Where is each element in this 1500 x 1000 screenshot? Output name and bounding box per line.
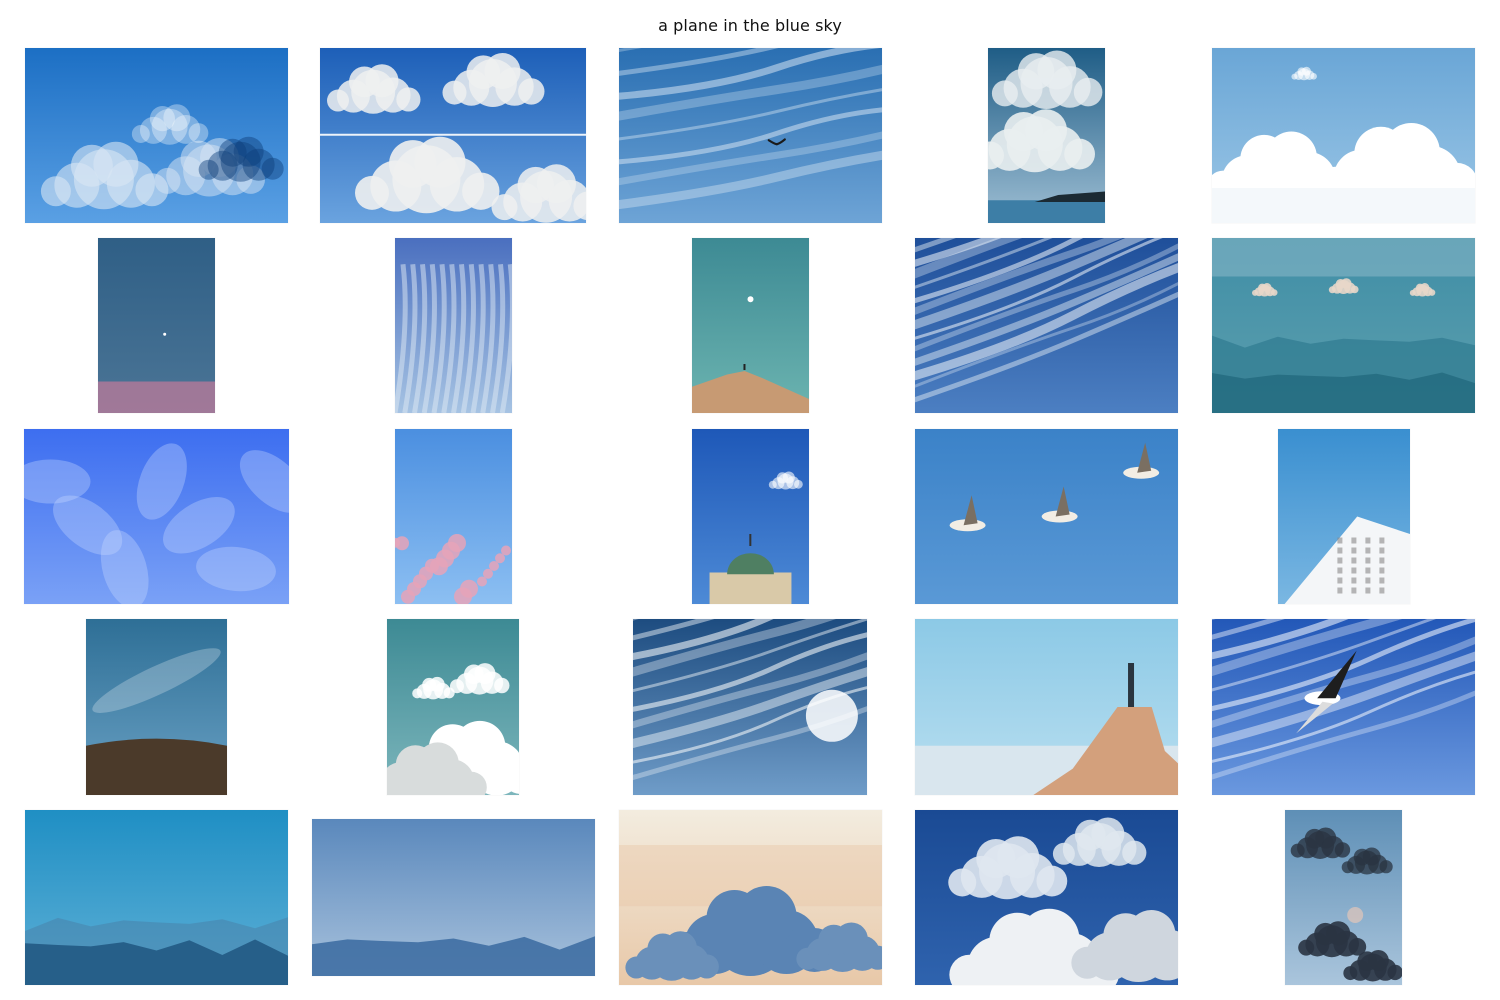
- dramatic-white-clouds-photo[interactable]: [915, 810, 1178, 985]
- seagull-soaring-photo[interactable]: [1212, 619, 1475, 795]
- blue-flower-overlay-photo[interactable]: [24, 429, 289, 604]
- three-geese-flying-photo[interactable]: [915, 429, 1178, 604]
- white-cumulus-clouds-photo[interactable]: [1212, 48, 1475, 223]
- contrail-across-clouds-photo[interactable]: [320, 48, 586, 223]
- sun-through-wispy-clouds-photo[interactable]: [633, 619, 867, 795]
- pink-cherry-blossom-sky-photo[interactable]: [395, 429, 512, 604]
- page-title: a plane in the blue sky: [658, 16, 842, 35]
- aerial-mountains-haze-photo[interactable]: [1212, 238, 1475, 413]
- teal-sky-puffy-clouds-photo[interactable]: [387, 619, 519, 795]
- feathery-cirrus-clouds-photo[interactable]: [395, 238, 512, 413]
- domed-basilica-sky-photo[interactable]: [692, 429, 809, 604]
- person-on-rock-with-moon-photo[interactable]: [692, 238, 809, 413]
- milky-way-over-hill-photo[interactable]: [86, 619, 227, 795]
- white-building-corner-sky-photo[interactable]: [1278, 429, 1410, 604]
- pastel-sunset-cloud-photo[interactable]: [619, 810, 882, 985]
- cloudy-blue-sky-photo[interactable]: [25, 48, 288, 223]
- streaky-cirrus-sky-photo[interactable]: [915, 238, 1178, 413]
- lone-bird-in-wispy-sky-photo[interactable]: [619, 48, 882, 223]
- dusk-sky-tiny-moon-photo[interactable]: [98, 238, 215, 413]
- pale-sky-mountain-silhouette-photo[interactable]: [312, 819, 595, 976]
- clouds-over-lake-shore-photo[interactable]: [988, 48, 1105, 223]
- man-on-rock-pillar-photo[interactable]: [915, 619, 1178, 795]
- misty-mountain-ranges-photo[interactable]: [25, 810, 288, 985]
- dark-storm-clouds-photo[interactable]: [1285, 810, 1402, 985]
